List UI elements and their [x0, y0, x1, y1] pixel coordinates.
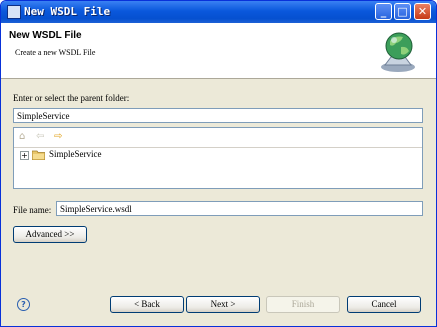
folder-tree[interactable]: ⌂ ⇦ ⇨ + SimpleService — [13, 127, 423, 189]
file-name-input[interactable]: SimpleService.wsdl — [56, 201, 423, 216]
close-icon: ✕ — [417, 5, 428, 18]
back-button[interactable]: < Back — [110, 296, 184, 313]
forward-arrow-icon[interactable]: ⇨ — [54, 132, 62, 142]
next-button[interactable]: Next > — [186, 296, 260, 313]
maximize-button[interactable]: □ — [394, 3, 411, 20]
back-arrow-icon[interactable]: ⇦ — [36, 132, 44, 142]
home-icon[interactable]: ⌂ — [19, 132, 25, 142]
maximize-icon: □ — [397, 5, 408, 18]
minimize-button[interactable]: _ — [375, 3, 392, 20]
expand-icon[interactable]: + — [20, 151, 29, 160]
finish-button[interactable]: Finish — [266, 296, 340, 313]
help-icon[interactable]: ? — [17, 298, 30, 311]
wizard-header: New WSDL File Create a new WSDL File — [1, 23, 436, 79]
title-bar[interactable]: New WSDL File _ □ ✕ — [1, 1, 436, 23]
window-icon — [7, 5, 21, 19]
folder-icon — [32, 150, 45, 160]
file-name-label: File name: — [13, 205, 52, 215]
cancel-button[interactable]: Cancel — [347, 296, 421, 313]
advanced-button[interactable]: Advanced >> — [13, 226, 87, 243]
page-description: Create a new WSDL File — [15, 48, 96, 57]
close-button[interactable]: ✕ — [414, 3, 431, 20]
window-title: New WSDL File — [24, 5, 111, 18]
parent-folder-label-text: Enter or select the parent folder: — [13, 93, 130, 103]
minimize-icon: _ — [380, 5, 387, 18]
tree-item-label: SimpleService — [49, 149, 102, 159]
parent-folder-label: Enter or select the parent folder: — [13, 93, 129, 103]
parent-folder-input[interactable]: SimpleService — [13, 108, 423, 123]
page-title: New WSDL File — [9, 30, 82, 41]
wsdl-globe-icon — [381, 32, 415, 72]
new-wsdl-file-dialog: New WSDL File _ □ ✕ New WSDL File Create… — [0, 0, 437, 327]
tree-toolbar: ⌂ ⇦ ⇨ — [14, 128, 422, 148]
